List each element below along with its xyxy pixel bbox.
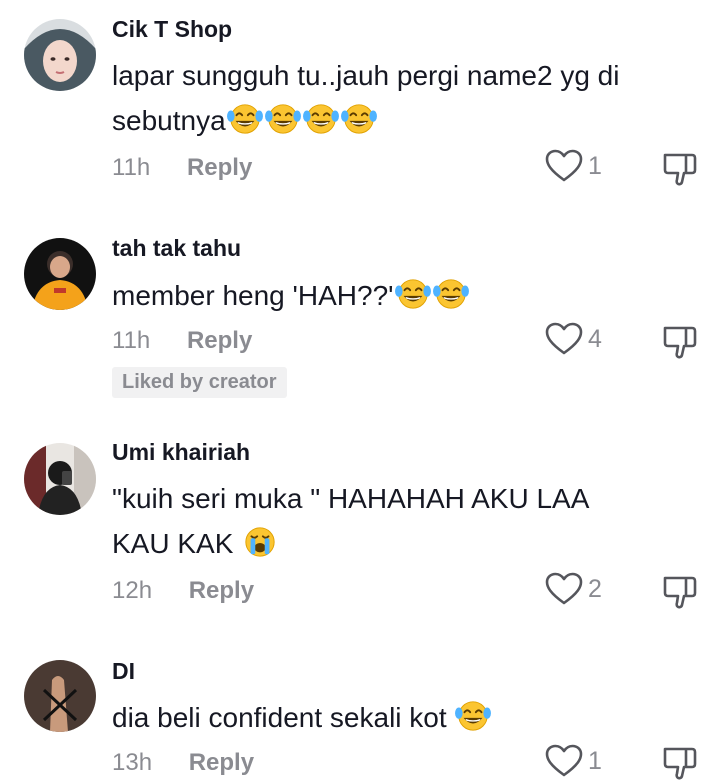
avatar[interactable] [24, 660, 96, 732]
comment-text: dia beli confident sekali kot [112, 695, 702, 740]
comment-list: Cik T Shop lapar sungguh tu..jauh pergi … [0, 0, 718, 781]
thumbs-down-outline-icon [660, 745, 700, 781]
comment-username[interactable]: DI [112, 658, 135, 685]
comment-text-body: dia beli confident sekali kot [112, 702, 447, 733]
comment-timestamp: 13h [112, 749, 153, 776]
dislike-button[interactable] [660, 745, 700, 781]
laughing-crying-emoji [454, 699, 492, 733]
like-count: 1 [588, 746, 602, 775]
heart-outline-icon [544, 743, 584, 779]
reply-button[interactable]: Reply [189, 749, 254, 777]
comment-item: DI dia beli confident sekali kot 13h Rep… [0, 0, 718, 781]
comment-meta: 13h Reply [112, 749, 254, 777]
like-button[interactable]: 1 [544, 743, 602, 779]
